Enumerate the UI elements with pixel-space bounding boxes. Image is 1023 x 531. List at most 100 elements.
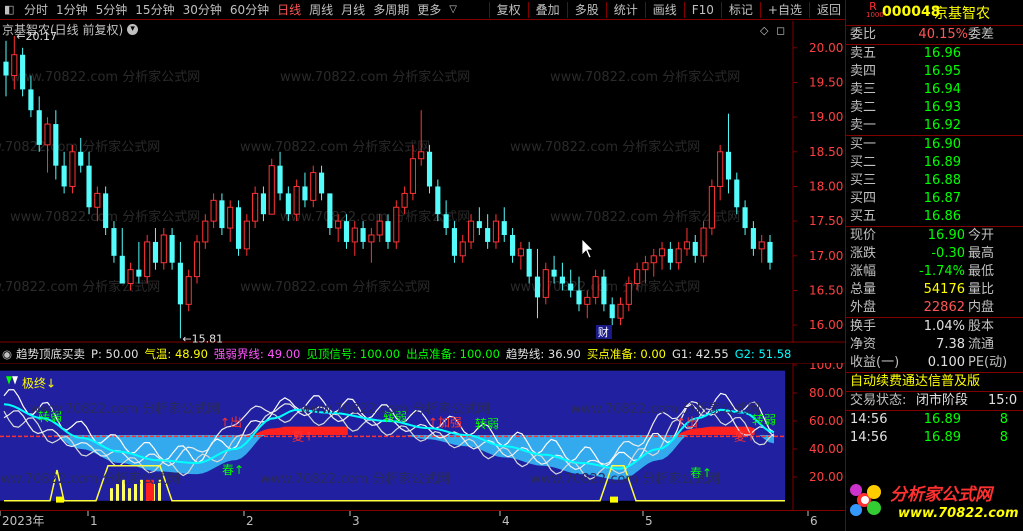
price-axis-label: 16.50: [809, 283, 843, 297]
indicator-axis-label: 20.00: [809, 470, 843, 484]
watermark-text: www.70822.com 分析家公式网: [530, 471, 720, 487]
promo-text[interactable]: 自动续费通达信普及版: [846, 373, 1023, 391]
candle-body-down: [750, 228, 756, 249]
candle-body-down: [136, 269, 142, 277]
period-tab[interactable]: 月线: [337, 0, 369, 20]
period-tab[interactable]: 1分钟: [52, 0, 92, 20]
indicator-annotation: ↑出: [220, 416, 242, 430]
candle-body-up: [127, 269, 134, 285]
candle-body-up: [243, 220, 250, 250]
badge-bottom: 1000: [866, 11, 884, 19]
stat-row: 总量 54176 量比: [846, 281, 1023, 299]
indicator-name[interactable]: 趋势顶底买卖: [16, 346, 85, 362]
toolbar-button[interactable]: 多股: [571, 0, 603, 20]
stat-label2: 量比: [968, 282, 995, 297]
candle-body-up: [185, 276, 192, 305]
candle-body-down: [152, 241, 159, 263]
indicator-annotation: 夏↑: [734, 430, 756, 444]
chart-window-icon[interactable]: ◻: [776, 24, 785, 37]
period-tab[interactable]: 15分钟: [131, 0, 178, 20]
candle-body-down: [28, 89, 34, 111]
candle-body-down: [551, 269, 557, 277]
flower-logo-icon: [850, 484, 881, 516]
order-price: 16.94: [923, 82, 961, 97]
candle-body-down: [451, 228, 458, 256]
period-tab[interactable]: 分时: [20, 0, 52, 20]
date-label: 4: [502, 514, 510, 528]
date-label: 1: [90, 514, 98, 528]
order-price: 16.90: [923, 137, 961, 152]
order-level-label: 买四: [850, 191, 877, 206]
tick-volume: 8: [999, 412, 1008, 427]
watermark-text: www.70822.com 分析家公式网: [10, 69, 200, 85]
status-value: 闭市阶段: [916, 393, 969, 408]
indicator-axis-label: 40.00: [809, 442, 843, 456]
candle-body-down: [36, 110, 42, 145]
yellow-bar: [110, 488, 113, 501]
toolbar-button[interactable]: 标记: [725, 0, 757, 20]
indicator-param: 气温: 48.90: [144, 346, 208, 361]
indicator-menu-icon[interactable]: ◉: [2, 347, 12, 361]
order-level-label: 卖一: [850, 118, 877, 133]
stat-label2: 流通: [968, 337, 995, 352]
candle-body-down: [169, 235, 175, 263]
stat-label: 总量: [850, 282, 877, 297]
price-chart[interactable]: 20.00 19.50 19.00 18.50 18.00 17.50 17.00 16.50…: [0, 21, 845, 343]
candle-body-down: [426, 151, 433, 187]
candle-body-up: [351, 227, 358, 243]
quote-header: R 1000 000048 京基智农: [846, 0, 1023, 25]
toolbar-button[interactable]: 统计: [610, 0, 642, 20]
toolbar-button[interactable]: 叠加: [532, 0, 564, 20]
candle-body-down: [302, 186, 308, 201]
candle-body-down: [260, 193, 267, 215]
period-tab[interactable]: 多周期: [369, 0, 413, 20]
watermark-text: www.70822.com 分析家公式网: [280, 209, 470, 225]
indicator-chart[interactable]: 极终↓转弱 ↑出夏↑春↑转弱 ↑加强 转弱 ↑出夏↑春↑转弱100.080.0060.0…: [0, 363, 845, 510]
status-time: 15:0: [988, 393, 1018, 408]
order-level-label: 卖四: [850, 64, 877, 79]
sell-row: 卖二 16.93: [846, 99, 1023, 117]
period-tab[interactable]: 5分钟: [92, 0, 132, 20]
low-price-label: ←15.81: [182, 332, 223, 343]
period-tab[interactable]: 更多: [413, 0, 445, 20]
chart-diamond-icon[interactable]: ◇: [760, 24, 769, 37]
toolbar-button[interactable]: F10: [688, 0, 718, 20]
candle-body-down: [327, 193, 333, 229]
stat-value: 0.100: [927, 355, 965, 370]
more-dropdown-icon[interactable]: ▽: [449, 4, 461, 16]
candle-body-down: [509, 235, 516, 256]
tick-time: 14:56: [850, 412, 888, 427]
watermark-text: www.70822.com 分析家公式网: [510, 139, 700, 155]
candle-body-down: [501, 221, 507, 235]
toolbar-button[interactable]: 复权: [493, 0, 525, 20]
stat-value: 16.90: [927, 228, 965, 243]
watermark-text: www.70822.com 分析家公式网: [0, 279, 160, 295]
stat-label2: 今开: [968, 228, 995, 243]
toolbar-button[interactable]: 返回: [813, 0, 845, 20]
order-price: 16.92: [923, 118, 961, 133]
toolbar-button[interactable]: +自选: [764, 0, 806, 20]
candle-body-up: [94, 192, 101, 208]
period-tab[interactable]: 日线: [273, 0, 305, 20]
period-tab[interactable]: 30分钟: [179, 0, 226, 20]
logo-text: 分析家公式网: [890, 485, 992, 505]
candle-body-down: [360, 228, 366, 242]
layout-icon[interactable]: ◧: [4, 3, 16, 16]
candle-body-down: [576, 290, 582, 305]
stat-value: 1.04%: [923, 319, 965, 334]
toolbar-button[interactable]: 画线: [649, 0, 681, 20]
period-tab[interactable]: 周线: [305, 0, 337, 20]
candle-body-down: [177, 262, 183, 305]
candle-body-down: [601, 276, 607, 305]
indicator-param: G2: 51.58: [734, 346, 792, 361]
tick-price: 16.89: [923, 412, 961, 427]
buy-row: 买一 16.90: [846, 136, 1023, 154]
tick-row: 14:56 16.89 8: [846, 429, 1023, 447]
date-label: 3: [352, 514, 360, 528]
order-price: 16.88: [923, 173, 961, 188]
earnings-marker[interactable]: 财: [595, 325, 612, 339]
period-tab[interactable]: 60分钟: [226, 0, 273, 20]
date-label: 6: [810, 514, 818, 528]
candle-body-up: [144, 241, 151, 278]
trade-status-row: 交易状态: 闭市阶段 15:0: [846, 392, 1023, 410]
